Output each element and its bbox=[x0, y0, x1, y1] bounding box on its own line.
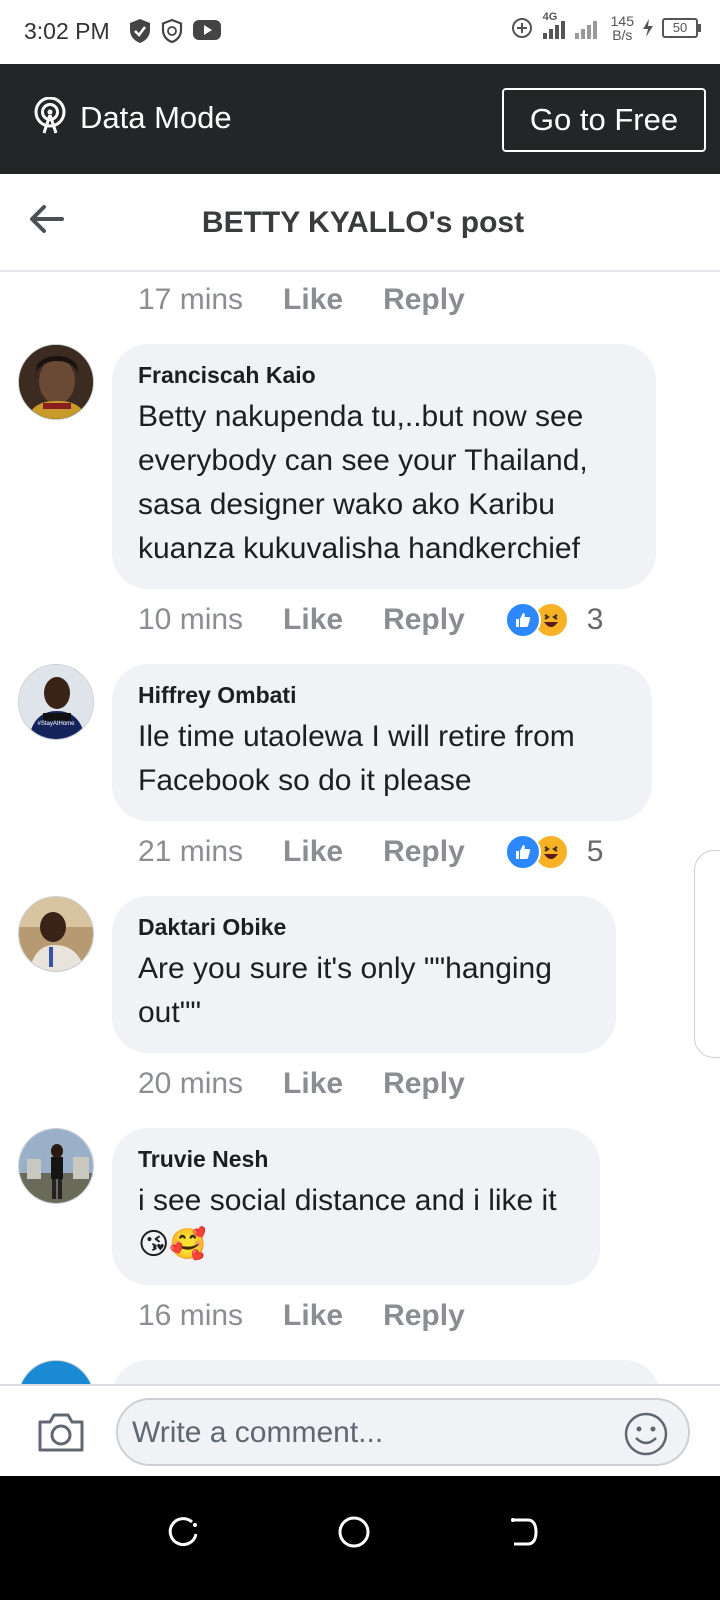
comment-author[interactable]: Hiffrey Ombati bbox=[138, 682, 626, 709]
data-saver-icon bbox=[511, 18, 532, 38]
comment-time: 10 mins bbox=[138, 603, 244, 636]
reactions-summary[interactable]: 5 bbox=[504, 834, 604, 870]
like-button[interactable]: Like bbox=[283, 835, 343, 869]
youtube-icon bbox=[193, 20, 221, 40]
like-reaction-icon bbox=[504, 602, 541, 638]
reactions-summary[interactable]: 3 bbox=[504, 602, 604, 638]
reply-button[interactable]: Reply bbox=[383, 1067, 465, 1101]
comment-meta: 20 mins Like Reply bbox=[138, 1064, 505, 1104]
reply-button[interactable]: Reply bbox=[383, 1299, 465, 1333]
recent-apps-icon[interactable] bbox=[168, 1516, 200, 1548]
go-to-free-button[interactable]: Go to Free bbox=[502, 88, 706, 152]
status-notification-icons bbox=[128, 18, 222, 44]
status-time: 3:02 PM bbox=[24, 18, 110, 44]
comment-time: 20 mins bbox=[138, 1067, 244, 1100]
comment-composer: Write a comment... bbox=[0, 1384, 720, 1478]
shield-outline-icon bbox=[161, 18, 183, 44]
battery-indicator: 50 bbox=[662, 18, 701, 38]
reaction-count: 5 bbox=[586, 835, 604, 868]
comment-time: 16 mins bbox=[138, 1299, 244, 1332]
status-bar: 3:02 PM 4G 145 B/s 50 bbox=[0, 0, 720, 64]
comment-time: 17 mins bbox=[138, 283, 244, 316]
back-nav-icon[interactable] bbox=[508, 1516, 540, 1548]
like-button[interactable]: Like bbox=[283, 1299, 343, 1333]
signal-icon: 4G bbox=[541, 11, 603, 41]
system-nav-bar bbox=[0, 1476, 720, 1600]
comment-text: i see social distance and i like it😘🥰 bbox=[138, 1184, 557, 1261]
shield-icon bbox=[130, 19, 150, 43]
comment-author[interactable]: Franciscah Kaio bbox=[138, 362, 630, 389]
charging-icon bbox=[643, 19, 653, 37]
comment-text: Betty nakupenda tu,..but now see everybo… bbox=[138, 400, 588, 565]
reaction-count: 3 bbox=[586, 603, 604, 636]
comment-bubble: Franciscah Kaio Betty nakupenda tu,..but… bbox=[112, 344, 656, 589]
avatar[interactable] bbox=[18, 344, 94, 420]
comment-time: 21 mins bbox=[138, 835, 244, 868]
comment-author[interactable]: Truvie Nesh bbox=[138, 1146, 574, 1173]
comment-text: Ile time utaolewa I will retire from Fac… bbox=[138, 720, 575, 797]
page-title: BETTY KYALLO's post bbox=[201, 206, 525, 239]
comment-meta: 17 mins Like Reply bbox=[138, 280, 505, 320]
avatar-caption: #StayAtHome bbox=[37, 721, 75, 727]
comment-meta: 10 mins Like Reply 3 bbox=[138, 600, 603, 640]
comment-author[interactable]: Daktari Obike bbox=[138, 914, 590, 941]
like-reaction-icon bbox=[504, 834, 541, 870]
like-button[interactable]: Like bbox=[283, 603, 343, 637]
home-icon[interactable] bbox=[338, 1516, 370, 1548]
data-mode-bar: Data Mode Go to Free bbox=[0, 64, 720, 174]
comments-list: 17 mins Like Reply Franciscah Kaio Betty… bbox=[0, 272, 720, 1410]
reply-button[interactable]: Reply bbox=[383, 603, 465, 637]
broadcast-icon bbox=[34, 97, 66, 134]
reply-button[interactable]: Reply bbox=[383, 283, 465, 317]
side-panel-handle[interactable] bbox=[694, 850, 720, 1058]
like-button[interactable]: Like bbox=[283, 1067, 343, 1101]
comment-bubble: Truvie Nesh i see social distance and i … bbox=[112, 1128, 600, 1285]
network-speed: 145 B/s bbox=[610, 13, 634, 43]
avatar[interactable] bbox=[18, 896, 94, 972]
comment-input[interactable]: Write a comment... bbox=[116, 1398, 690, 1466]
comment-bubble: Daktari Obike Are you sure it's only ""h… bbox=[112, 896, 616, 1053]
comment-bubble: Hiffrey Ombati Ile time utaolewa I will … bbox=[112, 664, 652, 821]
comment-input-placeholder: Write a comment... bbox=[132, 1416, 384, 1449]
post-header: BETTY KYALLO's post bbox=[0, 174, 720, 272]
avatar[interactable] bbox=[18, 1128, 94, 1204]
status-system-icons: 4G 145 B/s 50 bbox=[511, 11, 701, 43]
reply-button[interactable]: Reply bbox=[383, 835, 465, 869]
comment-meta: 16 mins Like Reply bbox=[138, 1296, 505, 1336]
emoji-icon[interactable] bbox=[624, 1412, 668, 1456]
comment-text: Are you sure it's only ""hanging out"" bbox=[138, 952, 552, 1029]
avatar[interactable]: #StayAtHome bbox=[18, 664, 94, 740]
camera-icon[interactable] bbox=[36, 1410, 86, 1454]
like-button[interactable]: Like bbox=[283, 283, 343, 317]
comment-meta: 21 mins Like Reply 5 bbox=[138, 832, 603, 872]
data-mode-label: Data Mode bbox=[80, 100, 232, 135]
